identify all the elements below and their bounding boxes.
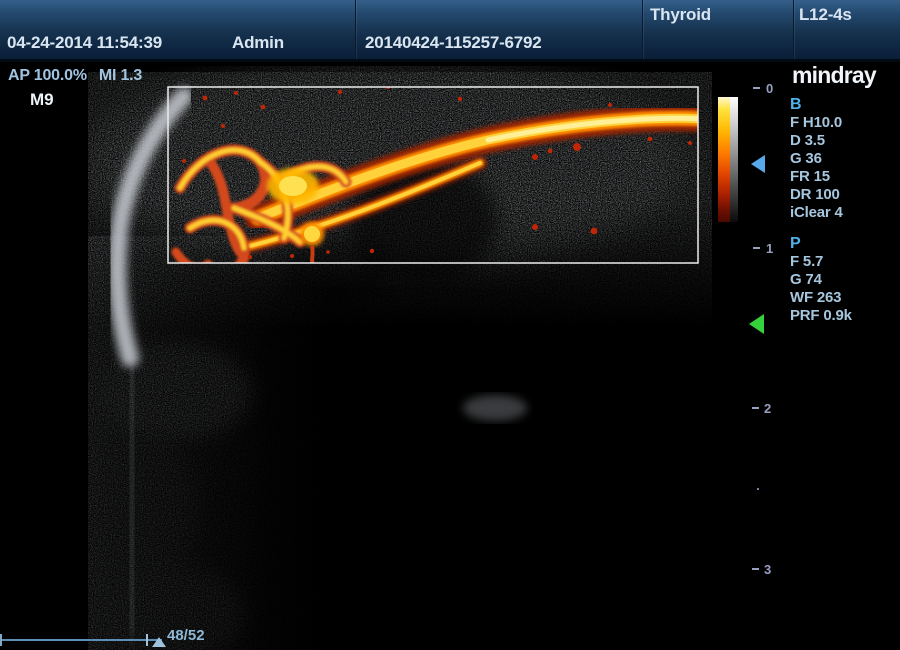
depth-label-1: 1 xyxy=(766,241,773,256)
b-param-frequency: F H10.0 xyxy=(790,114,898,132)
cine-cursor-icon[interactable] xyxy=(152,637,166,647)
p-param-frequency: F 5.7 xyxy=(790,253,898,271)
depth-tick xyxy=(752,407,759,409)
b-param-depth: D 3.5 xyxy=(790,132,898,150)
ultrasound-image xyxy=(88,66,712,650)
power-mode-section-label: P xyxy=(790,235,898,253)
p-param-prf: PRF 0.9k xyxy=(790,307,898,325)
header-probe[interactable]: L12-4s xyxy=(799,5,852,25)
b-mode-section-label: B xyxy=(790,96,898,114)
header-divider xyxy=(355,0,356,59)
focus-marker-green-icon xyxy=(749,314,764,334)
acoustic-power-value: AP 100.0% xyxy=(8,67,87,84)
header-bar: 04-24-2014 11:54:39 Admin 20140424-11525… xyxy=(0,0,900,62)
cine-start-marker xyxy=(0,634,2,646)
header-user: Admin xyxy=(232,33,284,53)
depth-label-3: 3 xyxy=(764,562,771,577)
depth-middot xyxy=(757,488,759,490)
p-param-wallfilter: WF 263 xyxy=(790,289,898,307)
frame-counter: 48/52 xyxy=(167,627,205,644)
doppler-colorbar xyxy=(718,97,730,222)
cine-position-tick xyxy=(146,634,148,646)
ultrasound-app-screen: 04-24-2014 11:54:39 Admin 20140424-11525… xyxy=(0,0,900,650)
depth-tick xyxy=(752,568,759,570)
exam-mode-label: M9 xyxy=(30,90,54,110)
grayscale-bar xyxy=(730,97,738,222)
b-param-iclear: iClear 4 xyxy=(790,204,898,222)
header-preset[interactable]: Thyroid xyxy=(650,5,711,25)
b-param-dynamicrange: DR 100 xyxy=(790,186,898,204)
mindray-logo: mindray xyxy=(792,62,898,89)
header-divider xyxy=(793,0,794,59)
depth-label-2: 2 xyxy=(764,401,771,416)
cine-progress-line[interactable] xyxy=(0,639,162,641)
header-datetime: 04-24-2014 11:54:39 xyxy=(7,33,162,53)
parameter-panel: mindray B F H10.0 D 3.5 G 36 FR 15 DR 10… xyxy=(790,62,898,325)
b-param-gain: G 36 xyxy=(790,150,898,168)
focus-marker-blue-icon xyxy=(751,155,765,173)
depth-label-0: 0 xyxy=(766,81,773,96)
p-param-gain: G 74 xyxy=(790,271,898,289)
header-divider xyxy=(642,0,643,59)
b-param-framerate: FR 15 xyxy=(790,168,898,186)
header-exam-id: 20140424-115257-6792 xyxy=(365,33,542,53)
depth-tick xyxy=(753,247,760,249)
depth-tick xyxy=(753,87,760,89)
